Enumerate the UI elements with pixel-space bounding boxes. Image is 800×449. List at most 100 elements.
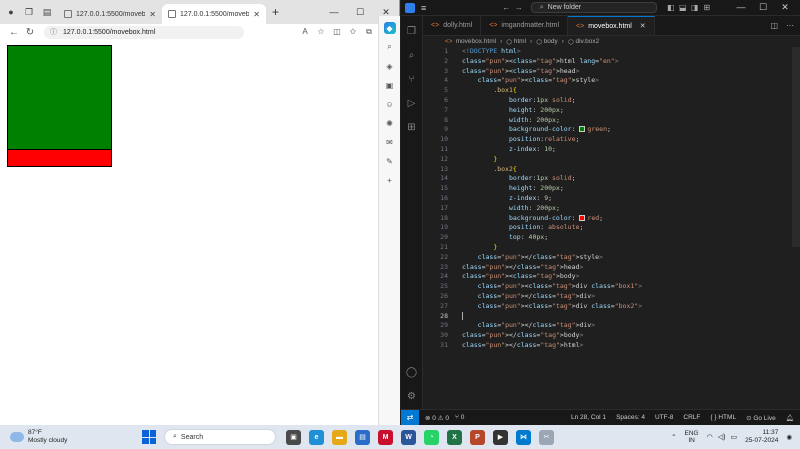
code-line[interactable]: 16 z-index: 9;	[423, 194, 790, 204]
breadcrumb-item[interactable]: movebox.html	[456, 38, 496, 45]
notifications-bell-icon[interactable]: 🔔︎	[786, 414, 794, 422]
system-clock[interactable]: 11:37 25-07-2024	[745, 429, 778, 445]
split-screen-icon[interactable]: ◫	[329, 27, 345, 37]
word-icon[interactable]: W	[401, 429, 416, 445]
wifi-icon[interactable]: ◠	[707, 433, 713, 441]
new-tab-button[interactable]: +	[272, 5, 279, 19]
go-live-button[interactable]: ⊙ Go Live	[746, 414, 776, 422]
designer-icon[interactable]: ✎	[384, 155, 396, 167]
search-icon[interactable]: ⌕	[384, 41, 396, 53]
code-line[interactable]: 1 <!DOCTYPE html>	[423, 47, 790, 57]
code-line[interactable]: 15 height: 200px;	[423, 184, 790, 194]
code-line[interactable]: 23 class="pun"></class="tag">head>	[423, 263, 790, 273]
toggle-secondary-sidebar-icon[interactable]: ◨	[689, 3, 701, 12]
weather-widget[interactable]: 87°F Mostly cloudy	[0, 429, 150, 445]
tab-dolly[interactable]: <> dolly.html	[423, 16, 482, 35]
code-line[interactable]: 30 class="pun"></class="tag">body>	[423, 331, 790, 341]
mcafee-icon[interactable]: M	[378, 429, 393, 445]
code-line[interactable]: 20 top: 40px;	[423, 233, 790, 243]
code-line[interactable]: 19 position: absolute;	[423, 223, 790, 233]
browser-tab-2[interactable]: 127.0.0.1:5500/movebox.ht ✕	[162, 4, 266, 24]
eol-status[interactable]: CRLF	[683, 414, 700, 422]
ports-status[interactable]: ⑂ 0	[455, 414, 464, 421]
address-bar[interactable]: ⓘ 127.0.0.1:5500/movebox.html	[44, 25, 244, 39]
refresh-icon[interactable]: ↻	[22, 27, 38, 38]
collections-icon[interactable]: ⧉	[361, 27, 377, 37]
code-line[interactable]: 27 class="pun"><class="tag">div class="b…	[423, 302, 790, 312]
favorite-star-icon[interactable]: ☆	[313, 27, 329, 37]
code-line[interactable]: 18 background-color: red;	[423, 214, 790, 224]
code-line[interactable]: 9 background-color: green;	[423, 125, 790, 135]
search-icon[interactable]: ⌕	[405, 48, 419, 62]
breadcrumb-item[interactable]: div.box2	[575, 38, 599, 45]
vscode-taskbar-icon[interactable]: ⋈	[516, 429, 531, 445]
close-tab-icon[interactable]: ✕	[253, 10, 260, 19]
code-line[interactable]: 3 class="pun"><class="tag">head>	[423, 67, 790, 77]
code-line[interactable]: 14 border:1px solid;	[423, 174, 790, 184]
cursor-position[interactable]: Ln 28, Col 1	[571, 414, 606, 422]
editor-scrollbar[interactable]	[792, 47, 800, 247]
minimize-button[interactable]: —	[321, 7, 347, 18]
toggle-panel-icon[interactable]: ⬓	[677, 3, 689, 12]
code-editor[interactable]: 1 <!DOCTYPE html> 2 class="pun"><class="tag…	[423, 47, 790, 409]
vscode-minimize-button[interactable]: —	[730, 2, 752, 13]
code-line[interactable]: 29 class="pun"></class="tag">div>	[423, 321, 790, 331]
code-line[interactable]: 26 class="pun"></class="tag">div>	[423, 292, 790, 302]
close-tab-icon[interactable]: ✕	[149, 10, 156, 19]
vscode-maximize-button[interactable]: ☐	[752, 2, 774, 13]
notification-icon[interactable]: ◉	[786, 433, 792, 441]
edge-icon[interactable]: e	[309, 429, 324, 445]
indentation-status[interactable]: Spaces: 4	[616, 414, 645, 422]
command-center-search[interactable]: ⌕ New folder	[530, 2, 657, 13]
split-editor-icon[interactable]: ◫	[770, 21, 778, 30]
nav-arrows-icon[interactable]: ← →	[502, 3, 522, 12]
more-actions-icon[interactable]: ⋯	[786, 21, 794, 30]
workspaces-icon[interactable]: ❐	[22, 5, 36, 19]
profile-icon[interactable]: ●	[4, 5, 18, 19]
code-line[interactable]: 12 }	[423, 155, 790, 165]
hidden-icons-chevron-icon[interactable]: ⌃	[671, 433, 676, 441]
powerpoint-icon[interactable]: P	[470, 429, 485, 445]
volume-icon[interactable]: ◁)	[718, 433, 726, 441]
tab-actions-icon[interactable]: ▤	[40, 5, 54, 19]
problems-status[interactable]: ⊗ 0 ⚠ 0	[425, 414, 449, 422]
maximize-button[interactable]: ☐	[347, 7, 373, 18]
code-line[interactable]: 22 class="pun"></class="tag">style>	[423, 253, 790, 263]
code-line[interactable]: 24 class="pun"><class="tag">body>	[423, 272, 790, 282]
add-sidebar-app-icon[interactable]: +	[384, 174, 396, 186]
encoding-status[interactable]: UTF-8	[655, 414, 673, 422]
toggle-sidebar-icon[interactable]: ◧	[665, 3, 677, 12]
copilot-icon[interactable]: ◆	[383, 22, 396, 34]
code-line[interactable]: 8 width: 200px;	[423, 116, 790, 126]
account-icon[interactable]: ◯	[405, 365, 419, 379]
breadcrumb-item[interactable]: html	[514, 38, 526, 45]
settings-gear-icon[interactable]: ⚙	[405, 389, 419, 403]
code-line[interactable]: 28	[423, 311, 790, 322]
read-aloud-icon[interactable]: A	[297, 27, 313, 37]
remote-icon[interactable]: ⇄	[401, 409, 419, 426]
battery-icon[interactable]: ▭	[730, 433, 737, 441]
code-line[interactable]: 4 class="pun"><class="tag">style>	[423, 76, 790, 86]
source-control-icon[interactable]: ⑂	[405, 72, 419, 86]
back-arrow-icon[interactable]: ←	[6, 27, 22, 38]
tab-imgandmatter[interactable]: <> imgandmatter.html	[481, 16, 569, 35]
explorer-icon[interactable]: ❐	[405, 24, 419, 38]
whatsapp-icon[interactable]: ◔	[424, 429, 439, 445]
code-line[interactable]: 7 height: 200px;	[423, 106, 790, 116]
language-status[interactable]: { } HTML	[710, 414, 736, 422]
start-button[interactable]	[142, 430, 156, 444]
office-icon[interactable]: ✺	[384, 117, 396, 129]
code-line[interactable]: 25 class="pun"><class="tag">div class="b…	[423, 282, 790, 292]
tools-briefcase-icon[interactable]: ▣	[384, 79, 396, 91]
vscode-close-button[interactable]: ✕	[774, 2, 796, 13]
code-line[interactable]: 13 .box2{	[423, 165, 790, 175]
info-icon[interactable]: ⓘ	[50, 27, 57, 37]
code-line[interactable]: 10 position:relative;	[423, 135, 790, 145]
breadcrumb-item[interactable]: body	[544, 38, 558, 45]
customize-layout-icon[interactable]: ⊞	[701, 3, 713, 12]
code-line[interactable]: 5 .box1{	[423, 86, 790, 96]
code-line[interactable]: 2 class="pun"><class="tag">html lang="en"…	[423, 57, 790, 67]
code-line[interactable]: 31 class="pun"></class="tag">html>	[423, 341, 790, 351]
browser-tab-1[interactable]: 127.0.0.1:5500/movebox.ht ✕	[58, 4, 162, 24]
snipping-tool-icon[interactable]: ✂	[539, 429, 554, 445]
